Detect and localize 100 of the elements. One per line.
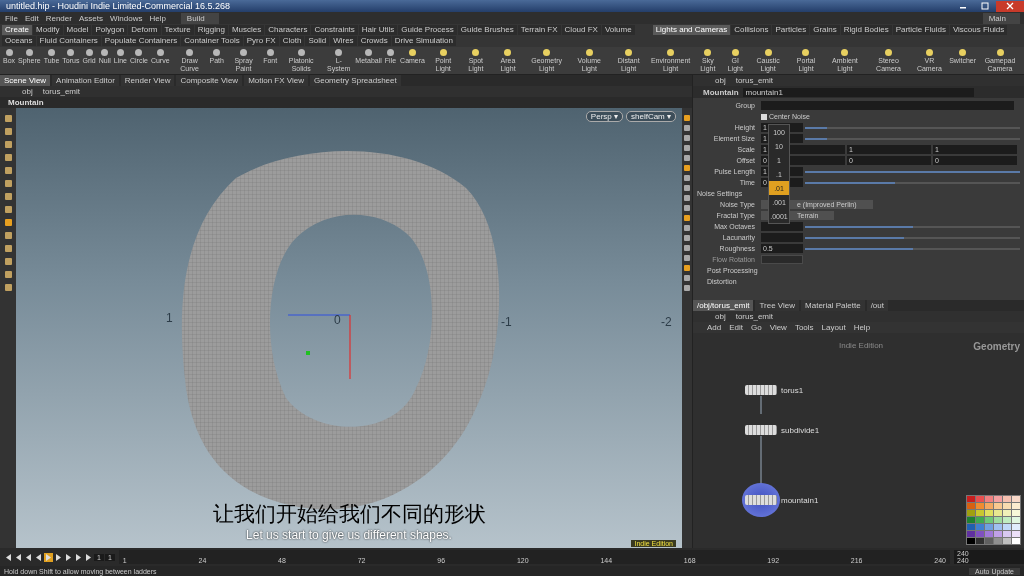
color-swatch[interactable] — [1003, 510, 1011, 516]
color-swatch[interactable] — [994, 524, 1002, 530]
color-swatch[interactable] — [1012, 510, 1020, 516]
slider-fill[interactable] — [805, 247, 913, 250]
shelf-tab[interactable]: Populate Containers — [101, 36, 181, 46]
color-swatch[interactable] — [1012, 503, 1020, 509]
color-swatch[interactable] — [994, 538, 1002, 544]
color-swatch[interactable] — [976, 503, 984, 509]
shelf-tab[interactable]: Particles — [772, 25, 810, 35]
playback-button[interactable] — [24, 552, 33, 562]
color-swatch[interactable] — [985, 524, 993, 530]
color-swatch[interactable] — [994, 517, 1002, 523]
color-swatch[interactable] — [1012, 531, 1020, 537]
color-swatch[interactable] — [976, 517, 984, 523]
pane-tab[interactable]: Motion FX View — [244, 75, 308, 86]
close-button[interactable] — [996, 0, 1024, 12]
network-node[interactable] — [745, 425, 777, 435]
node-name-field[interactable]: mountain1 — [742, 87, 974, 97]
menu-item[interactable]: Windows — [109, 13, 143, 23]
playback-button[interactable] — [54, 552, 63, 562]
color-swatch[interactable] — [1012, 524, 1020, 530]
shelf-tab[interactable]: Modify — [33, 25, 63, 35]
shelf-tab[interactable]: Pyro FX — [243, 36, 279, 46]
menu-item[interactable]: Assets — [78, 13, 103, 23]
playback-button[interactable] — [84, 552, 93, 562]
shelf-tab[interactable]: Guide Process — [398, 25, 457, 35]
shelf-tab[interactable]: Characters — [265, 25, 311, 35]
shelf-tab[interactable]: Particle Fluids — [892, 25, 949, 35]
menu-item[interactable]: Edit — [729, 323, 744, 332]
view-dropdown[interactable]: shelfCam ▾ — [626, 111, 676, 122]
menu-item[interactable]: View — [769, 323, 787, 332]
color-swatch[interactable] — [967, 517, 975, 523]
shelf-tab[interactable]: Fluid Containers — [36, 36, 101, 46]
menu-item[interactable]: Add — [707, 323, 722, 332]
playback-button[interactable] — [44, 552, 53, 562]
color-swatch[interactable] — [994, 496, 1002, 502]
color-swatch[interactable] — [1012, 517, 1020, 523]
color-swatch[interactable] — [976, 496, 984, 502]
color-swatch[interactable] — [985, 538, 993, 544]
shelf-tab[interactable]: Guide Brushes — [457, 25, 517, 35]
color-swatch[interactable] — [976, 531, 984, 537]
pane-tab[interactable]: Scene View — [0, 75, 51, 86]
desktop-dropdown[interactable]: Main — [982, 12, 1020, 24]
menu-item[interactable]: Go — [751, 323, 762, 332]
slider-fill[interactable] — [805, 126, 827, 129]
menu-item[interactable]: Edit — [24, 13, 39, 23]
shelf-tab[interactable]: Texture — [161, 25, 194, 35]
shelf-tab[interactable]: Crowds — [357, 36, 391, 46]
color-swatch[interactable] — [994, 531, 1002, 537]
playback-button[interactable] — [64, 552, 73, 562]
playback-button[interactable] — [4, 552, 13, 562]
color-swatch[interactable] — [985, 496, 993, 502]
menu-item[interactable]: File — [5, 13, 18, 23]
color-swatch[interactable] — [985, 510, 993, 516]
pane-tab[interactable]: /obj/torus_emit — [693, 300, 754, 311]
path-crumb[interactable]: torus_emit — [735, 312, 774, 321]
pane-tab[interactable]: Composite View — [176, 75, 243, 86]
color-swatch[interactable] — [1003, 496, 1011, 502]
color-swatch[interactable] — [985, 503, 993, 509]
color-swatch[interactable] — [1003, 538, 1011, 544]
shelf-tab[interactable]: Wires — [330, 36, 357, 46]
playback-button[interactable] — [34, 552, 43, 562]
shelf-tab[interactable]: Volume — [601, 25, 635, 35]
color-swatch[interactable] — [967, 496, 975, 502]
color-swatch[interactable] — [985, 517, 993, 523]
pane-tab[interactable]: /out — [866, 300, 888, 311]
menu-item[interactable]: Layout — [821, 323, 846, 332]
checkbox[interactable] — [761, 113, 767, 120]
pane-tab[interactable]: Animation Editor — [52, 75, 119, 86]
shelf-tab[interactable]: Muscles — [228, 25, 265, 35]
color-swatch[interactable] — [1003, 503, 1011, 509]
slider-fill[interactable] — [805, 181, 896, 184]
shelf-tab[interactable]: Lights and Cameras — [652, 25, 731, 35]
shelf-tab[interactable]: Cloud FX — [561, 25, 601, 35]
network-node[interactable] — [745, 385, 777, 395]
shelf-tab[interactable]: Hair Utils — [358, 25, 398, 35]
network-node[interactable] — [745, 495, 777, 505]
color-swatch[interactable] — [1003, 531, 1011, 537]
color-swatch[interactable] — [967, 503, 975, 509]
color-swatch[interactable] — [985, 531, 993, 537]
path-crumb[interactable]: torus_emit — [735, 76, 774, 85]
shelf-tab[interactable]: Viscous Fluids — [949, 25, 1008, 35]
playback-button[interactable] — [74, 552, 83, 562]
path-crumb[interactable]: torus_emit — [42, 87, 81, 96]
pane-tab[interactable]: Render View — [120, 75, 175, 86]
shelf-tab[interactable]: Grains — [810, 25, 840, 35]
color-swatch[interactable] — [1012, 538, 1020, 544]
color-swatch[interactable] — [967, 524, 975, 530]
slider-fill[interactable] — [805, 170, 1020, 173]
shelf-tab[interactable]: Terrain FX — [517, 25, 561, 35]
input-field[interactable] — [761, 233, 803, 242]
playback-button[interactable] — [14, 552, 23, 562]
slider-fill[interactable] — [805, 225, 913, 228]
shelf-tab[interactable]: Rigging — [194, 25, 228, 35]
color-swatch[interactable] — [994, 510, 1002, 516]
slider-fill[interactable] — [805, 236, 904, 239]
shelf-tab[interactable]: Polygon — [92, 25, 128, 35]
shelf-tab[interactable]: Container Tools — [181, 36, 243, 46]
path-crumb[interactable]: obj — [715, 76, 726, 85]
color-swatch[interactable] — [967, 531, 975, 537]
